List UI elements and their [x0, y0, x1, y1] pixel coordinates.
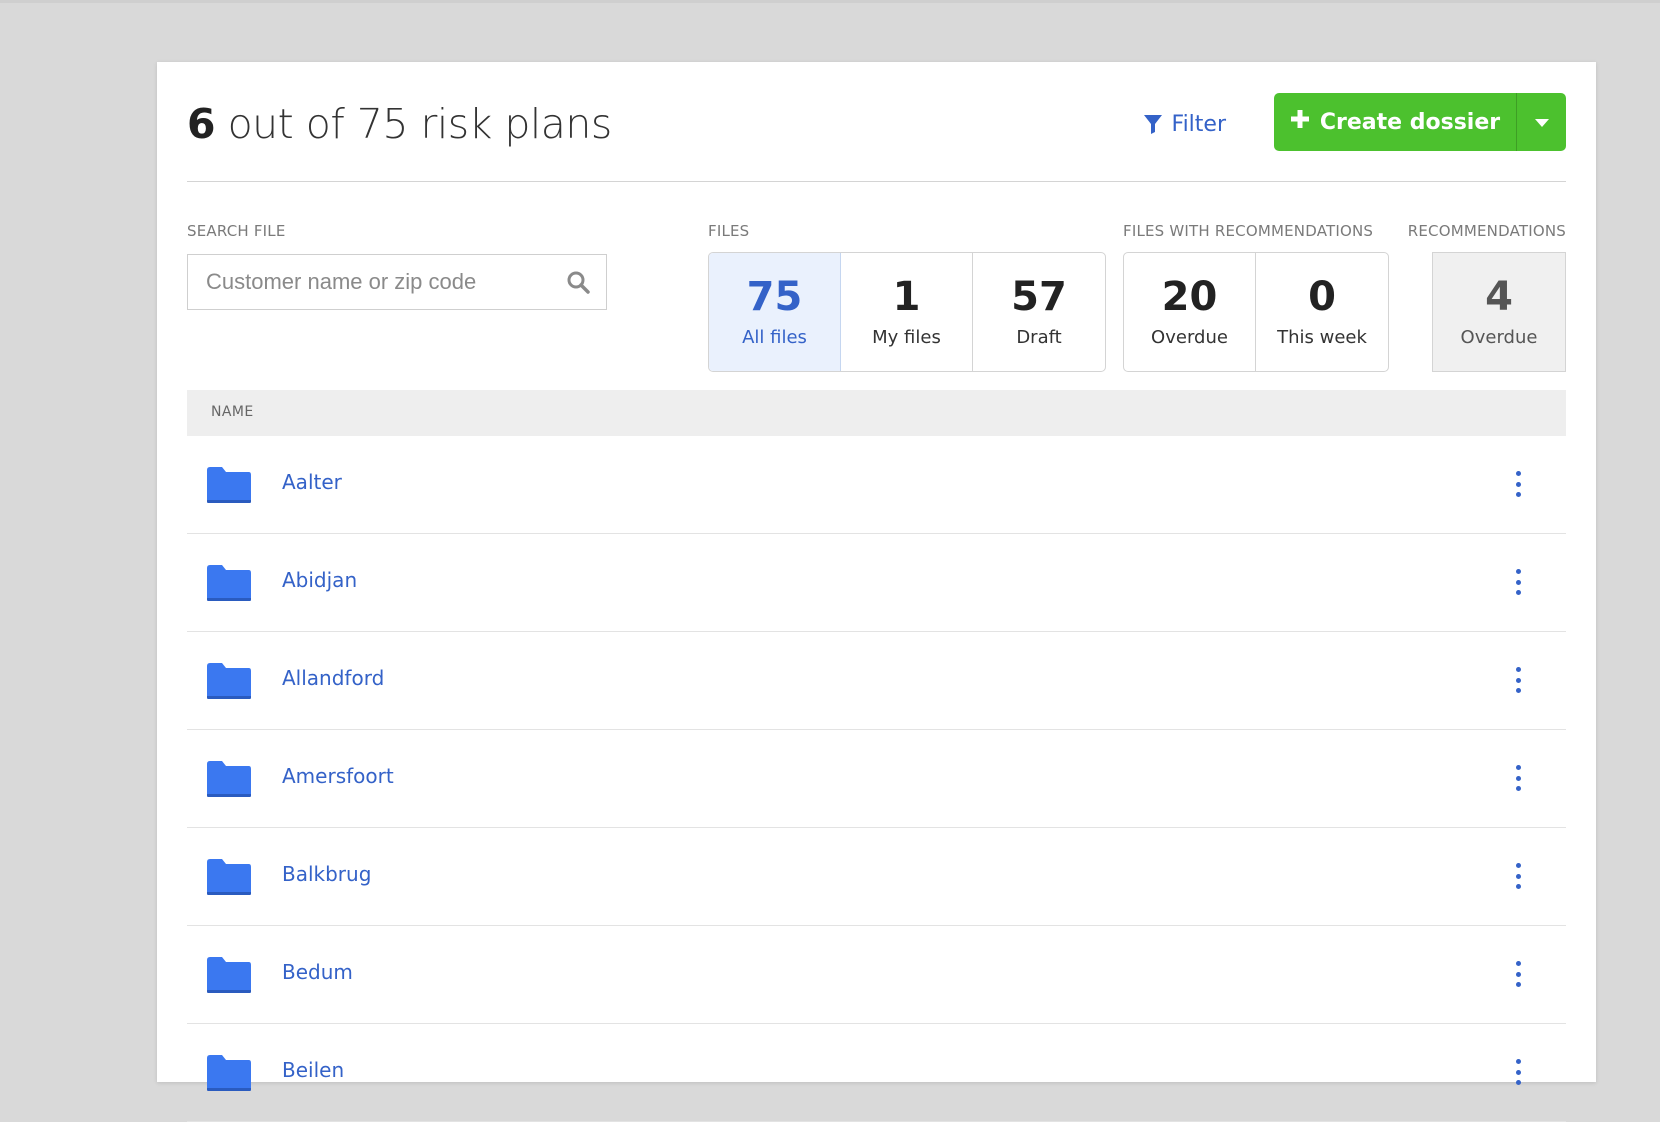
table-row[interactable]: Aalter — [187, 436, 1566, 534]
more-options-icon[interactable] — [1512, 471, 1524, 497]
funnel-icon — [1143, 113, 1163, 135]
stat-files-overdue[interactable]: 20 Overdue — [1124, 253, 1256, 371]
stat-label: This week — [1277, 327, 1367, 348]
stat-value: 75 — [746, 274, 803, 320]
stat-label: Draft — [1016, 327, 1062, 348]
stat-label: My files — [872, 327, 941, 348]
row-name[interactable]: Balkbrug — [282, 862, 371, 886]
stat-value: 4 — [1485, 274, 1513, 320]
recommendations-stats: 4 Overdue — [1432, 252, 1566, 372]
stat-recommendations-overdue[interactable]: 4 Overdue — [1433, 253, 1565, 371]
stat-all-files[interactable]: 75 All files — [709, 253, 841, 371]
dossier-list: Aalter Abidjan Allandford Amersfoort Bal — [187, 436, 1566, 1122]
more-options-icon[interactable] — [1512, 1059, 1524, 1085]
table-row[interactable]: Balkbrug — [187, 828, 1566, 926]
stat-label: Overdue — [1151, 327, 1228, 348]
search-label: SEARCH FILE — [187, 222, 286, 240]
table-row[interactable]: Abidjan — [187, 534, 1566, 632]
folder-icon — [206, 466, 252, 508]
more-options-icon[interactable] — [1512, 863, 1524, 889]
more-options-icon[interactable] — [1512, 667, 1524, 693]
folder-icon — [206, 564, 252, 606]
folder-icon — [206, 760, 252, 802]
table-row[interactable]: Bedum — [187, 926, 1566, 1024]
create-dossier-label: Create dossier — [1319, 109, 1501, 135]
files-label: FILES — [708, 222, 750, 240]
table-row[interactable]: Allandford — [187, 632, 1566, 730]
row-name[interactable]: Aalter — [282, 470, 342, 494]
create-dropdown-toggle[interactable] — [1516, 93, 1566, 151]
table-row[interactable]: Amersfoort — [187, 730, 1566, 828]
plus-icon — [1290, 109, 1310, 135]
search-input[interactable] — [206, 255, 546, 309]
files-stats: 75 All files 1 My files 57 Draft — [708, 252, 1106, 372]
title-count: 6 — [187, 100, 216, 148]
recommendations-label: RECOMMENDATIONS — [1407, 222, 1566, 240]
folder-icon — [206, 662, 252, 704]
filter-label: Filter — [1171, 111, 1226, 137]
table-row[interactable]: Beilen — [187, 1024, 1566, 1122]
page-title: 6 out of 75 risk plans — [187, 100, 612, 148]
row-name[interactable]: Bedum — [282, 960, 353, 984]
stat-value: 1 — [892, 274, 921, 320]
more-options-icon[interactable] — [1512, 765, 1524, 791]
more-options-icon[interactable] — [1512, 569, 1524, 595]
stat-label: All files — [742, 327, 807, 348]
more-options-icon[interactable] — [1512, 961, 1524, 987]
caret-down-icon — [1534, 113, 1549, 132]
table-header: NAME — [187, 390, 1566, 436]
files-with-recommendations-stats: 20 Overdue 0 This week — [1123, 252, 1389, 372]
stat-label: Overdue — [1460, 327, 1538, 348]
stat-value: 20 — [1161, 274, 1218, 320]
search-icon[interactable] — [566, 270, 590, 298]
stat-value: 57 — [1011, 274, 1067, 320]
header-divider — [187, 181, 1566, 182]
stat-my-files[interactable]: 1 My files — [841, 253, 973, 371]
row-name[interactable]: Allandford — [282, 666, 384, 690]
filter-button[interactable]: Filter — [1143, 104, 1226, 144]
files-with-recommendations-label: FILES WITH RECOMMENDATIONS — [1123, 222, 1374, 240]
folder-icon — [206, 858, 252, 900]
stat-draft[interactable]: 57 Draft — [973, 253, 1105, 371]
column-header-name: NAME — [211, 404, 254, 420]
folder-icon — [206, 956, 252, 998]
search-box — [187, 254, 607, 310]
folder-icon — [206, 1054, 252, 1096]
row-name[interactable]: Beilen — [282, 1058, 344, 1082]
row-name[interactable]: Abidjan — [282, 568, 357, 592]
title-text: out of 75 risk plans — [215, 100, 613, 148]
stat-this-week[interactable]: 0 This week — [1256, 253, 1388, 371]
row-name[interactable]: Amersfoort — [282, 764, 394, 788]
dossier-panel: 6 out of 75 risk plans Filter Create dos… — [157, 62, 1596, 1122]
create-dossier-button[interactable]: Create dossier — [1274, 93, 1516, 151]
stat-value: 0 — [1308, 274, 1336, 320]
create-dossier-group: Create dossier — [1274, 93, 1566, 151]
